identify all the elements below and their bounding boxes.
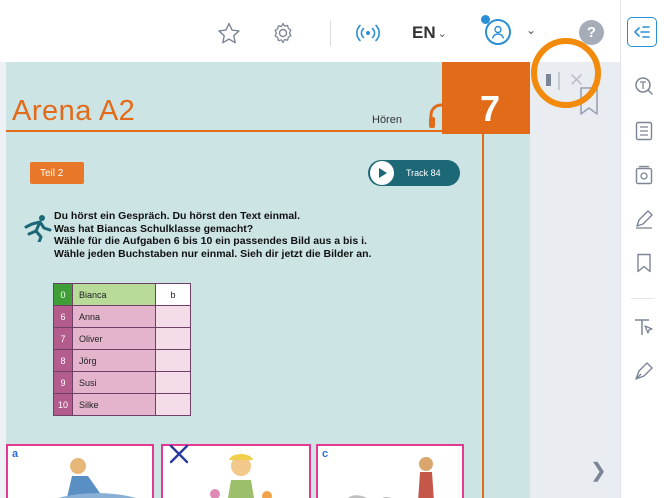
picture-illustration: [210, 454, 272, 498]
instruction-line: Du hörst ein Gespräch. Du hörst den Text…: [54, 210, 301, 222]
preview-icon[interactable]: [633, 164, 655, 186]
book-title: Arena A2: [12, 95, 136, 127]
row-number: 6: [53, 305, 73, 328]
instruction-line: Wähle jeden Buchstaben nur einmal. Sieh …: [54, 247, 372, 260]
table-row: 9 Susi: [53, 371, 191, 394]
pen-tool-icon[interactable]: [633, 360, 655, 382]
table-of-contents-icon[interactable]: [633, 120, 655, 142]
table-row: 6 Anna: [53, 305, 191, 328]
gear-icon[interactable]: [270, 20, 296, 46]
picture-option-a: a: [6, 444, 154, 498]
row-name: Anna: [72, 305, 156, 328]
unit-rule: [482, 134, 484, 498]
highlight-annotation-circle: [531, 38, 601, 108]
row-number: 7: [53, 327, 73, 350]
picture-illustration: [58, 458, 136, 498]
answer-cell: [155, 393, 191, 416]
row-number: 0: [53, 283, 73, 306]
header-rule: [6, 130, 442, 132]
notification-dot: [481, 15, 490, 24]
pointer-tool-icon[interactable]: [633, 316, 655, 338]
row-name: Jörg: [72, 349, 156, 372]
picture-letter: a: [12, 448, 19, 460]
answer-cell: b: [155, 283, 191, 306]
table-row: 8 Jörg: [53, 349, 191, 372]
toolbar-divider: [330, 20, 331, 46]
collapse-panel-icon[interactable]: [627, 17, 657, 47]
section-label: Hören: [372, 114, 402, 126]
row-name: Silke: [72, 393, 156, 416]
answer-cell: [155, 371, 191, 394]
picture-illustration: [347, 457, 434, 498]
answer-cell: [155, 327, 191, 350]
edit-icon[interactable]: [633, 208, 655, 230]
bookmark-icon[interactable]: [633, 252, 655, 274]
audio-track-button[interactable]: Track 84: [368, 160, 460, 186]
task-instructions: Du hörst ein Gespräch. Du hörst den Text…: [54, 210, 371, 260]
answer-table: 0 Bianca b 6 Anna 7 Oliver 8 Jörg 9 Susi…: [53, 283, 191, 416]
next-page-icon[interactable]: ❯: [590, 458, 607, 483]
star-icon[interactable]: [216, 21, 242, 45]
table-row: 10 Silke: [53, 393, 191, 416]
broadcast-icon[interactable]: [355, 22, 381, 44]
row-name: Bianca: [72, 283, 156, 306]
unit-number: 7: [480, 88, 501, 129]
help-icon[interactable]: ?: [579, 20, 604, 45]
answer-cell: [155, 349, 191, 372]
row-name: Susi: [72, 371, 156, 394]
right-tool-rail: [620, 0, 664, 498]
track-label: Track 84: [406, 168, 441, 178]
row-number: 10: [53, 393, 73, 416]
picture-letter: c: [322, 448, 329, 460]
search-icon[interactable]: [633, 75, 655, 97]
language-selector[interactable]: EN ⌄: [412, 21, 447, 45]
instruction-line: Wähle für die Aufgaben 6 bis 10 ein pass…: [54, 235, 367, 247]
running-figure-icon: [20, 214, 52, 244]
page-margin: [530, 62, 620, 498]
play-icon: [370, 161, 394, 185]
answer-cell: [155, 305, 191, 328]
user-menu-chevron-icon[interactable]: ⌄: [526, 23, 536, 37]
instruction-line: Was hat Biancas Schulklasse gemacht?: [54, 222, 254, 235]
crossed-out-icon: [169, 444, 189, 464]
part-badge: Teil 2: [30, 162, 84, 184]
row-number: 8: [53, 349, 73, 372]
row-name: Oliver: [72, 327, 156, 350]
language-label: EN: [412, 23, 436, 42]
picture-option-c: c: [316, 444, 464, 498]
user-icon: [485, 19, 511, 45]
rail-divider: [631, 298, 655, 299]
picture-option-b: [161, 444, 311, 498]
user-menu[interactable]: [478, 15, 518, 46]
top-toolbar: EN ⌄ ⌄ ?: [0, 0, 620, 62]
book-page: Arena A2 Hören 7 Teil 2 Track 84 Du hörs…: [6, 62, 530, 498]
table-row: 0 Bianca b: [53, 283, 191, 306]
chevron-down-icon: ⌄: [437, 27, 447, 40]
row-number: 9: [53, 371, 73, 394]
table-row: 7 Oliver: [53, 327, 191, 350]
